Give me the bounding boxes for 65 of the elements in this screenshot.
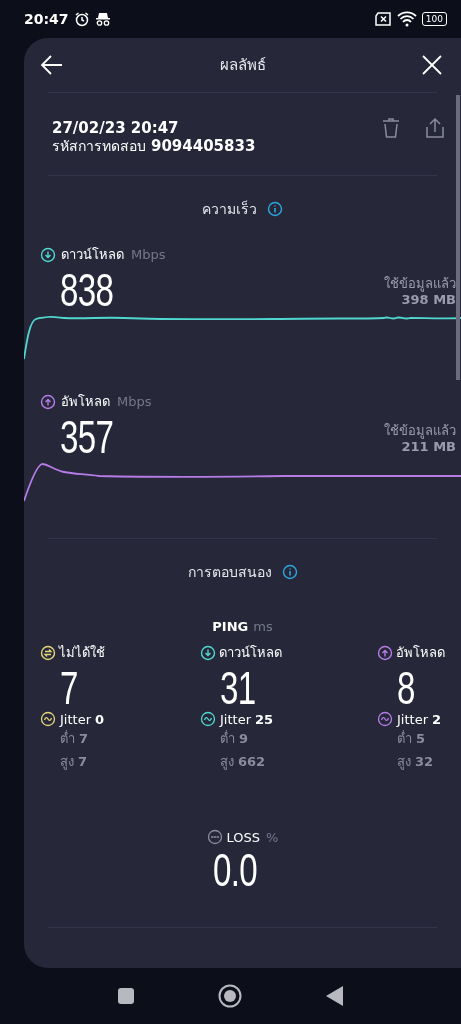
info-icon [267, 201, 283, 217]
back-arrow-icon [40, 53, 64, 77]
share-icon [425, 117, 445, 139]
low-value: 9 [239, 731, 249, 746]
metric-label: ดาวน์โหลด [61, 246, 124, 264]
low-value: 5 [416, 731, 426, 746]
ping-value: 31 [220, 663, 256, 713]
high-label: สูง [60, 754, 74, 769]
jitter-label: Jitter [60, 711, 91, 727]
high-label: สูง [397, 754, 411, 769]
unit-label: Mbps [131, 247, 166, 262]
low-label: ต่ำ [397, 731, 412, 746]
jitter-icon [377, 711, 393, 727]
info-icon [281, 564, 298, 580]
metric-label: อัพโหลด [61, 393, 110, 411]
close-icon [421, 54, 443, 76]
test-datetime: 27/02/23 20:47 [52, 119, 180, 137]
high-label: สูง [220, 754, 234, 769]
ping-value: 7 [60, 663, 78, 713]
no-sim-icon [373, 12, 392, 26]
low-value: 7 [79, 731, 89, 746]
data-used-value: 211 MB [400, 439, 456, 455]
wifi-icon [396, 11, 417, 27]
unit-label: ms [253, 619, 273, 634]
clock-time: 20:47 [24, 11, 69, 27]
jitter-icon [200, 711, 216, 727]
trash-icon [381, 117, 401, 139]
test-id-label: รหัสการทดสอบ [52, 138, 146, 154]
home-circle-icon [217, 984, 242, 1008]
high-value: 662 [238, 754, 266, 769]
jitter-label: Jitter [397, 711, 428, 727]
unit-label: Mbps [117, 394, 152, 409]
jitter-value: 25 [255, 711, 274, 727]
unit-label: % [266, 829, 279, 845]
loss-icon [206, 829, 223, 845]
ping-label: PING [212, 619, 249, 634]
low-label: ต่ำ [60, 731, 75, 746]
data-used-label: ใช้ข้อมูลแล้ว [384, 423, 456, 439]
battery-indicator: 100 [421, 12, 447, 26]
high-value: 7 [78, 754, 88, 769]
loss-label: LOSS [226, 829, 261, 845]
jitter-value: 0 [95, 711, 105, 727]
ping-type-label: ไม่ได้ใช้ [59, 644, 105, 662]
square-icon [117, 988, 134, 1004]
incognito-icon [94, 12, 111, 26]
ping-type-label: ดาวน์โหลด [219, 644, 282, 662]
low-label: ต่ำ [220, 731, 235, 746]
data-used-label: ใช้ข้อมูลแล้ว [384, 276, 456, 292]
speed-value: 357 [60, 412, 114, 462]
section-heading: ความเร็ว [202, 199, 257, 219]
screen-title: ผลลัพธ์ [219, 55, 266, 76]
back-triangle-icon [325, 986, 344, 1006]
speed-value: 838 [60, 265, 114, 315]
share-button[interactable] [423, 115, 447, 141]
alarm-icon [73, 11, 90, 27]
section-heading: การตอบสนอง [187, 563, 272, 582]
data-used-value: 398 MB [400, 292, 456, 308]
loss-value: 0.0 [212, 845, 257, 895]
jitter-value: 2 [432, 711, 442, 727]
high-value: 32 [415, 754, 434, 769]
test-id: 9094405833 [151, 137, 256, 155]
ping-type-label: อัพโหลด [396, 644, 445, 662]
jitter-label: Jitter [220, 711, 251, 727]
jitter-icon [40, 711, 56, 727]
ping-value: 8 [397, 663, 415, 713]
